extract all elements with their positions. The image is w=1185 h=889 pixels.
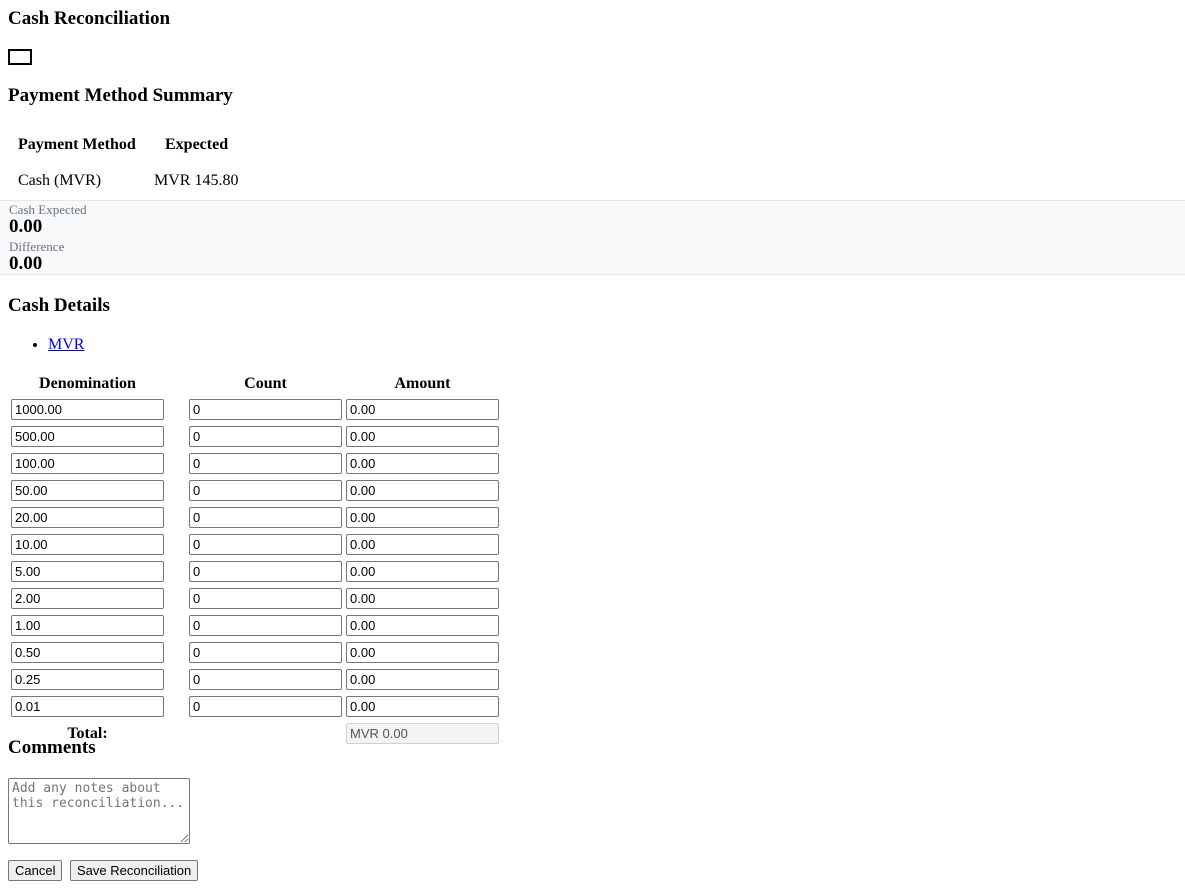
denomination-rows: [10, 397, 500, 719]
difference-label: Difference: [9, 239, 65, 254]
denomination-input[interactable]: [11, 642, 164, 663]
summary-heading: Payment Method Summary: [8, 85, 233, 106]
amount-input[interactable]: [346, 561, 499, 582]
denomination-input[interactable]: [11, 669, 164, 690]
amount-input[interactable]: [346, 642, 499, 663]
amount-input[interactable]: [346, 453, 499, 474]
denomination-input[interactable]: [11, 696, 164, 717]
cash-expected-value: 0.00: [9, 216, 43, 237]
amount-input[interactable]: [346, 696, 499, 717]
count-input[interactable]: [189, 696, 342, 717]
denomination-row: [10, 451, 500, 476]
summary-expected-cell: MVR 145.80: [154, 172, 239, 189]
count-input[interactable]: [189, 534, 342, 555]
count-input[interactable]: [189, 426, 342, 447]
amount-input[interactable]: [346, 669, 499, 690]
cash-expected-label: Cash Expected: [9, 202, 87, 217]
denomination-row: [10, 586, 500, 611]
denomination-input[interactable]: [11, 615, 164, 636]
denomination-input[interactable]: [11, 453, 164, 474]
comments-heading: Comments: [8, 737, 96, 758]
cancel-button[interactable]: Cancel: [8, 860, 63, 881]
summary-header-method: Payment Method: [18, 136, 136, 153]
denomination-input[interactable]: [11, 588, 164, 609]
count-input[interactable]: [189, 399, 342, 420]
comments-textarea[interactable]: [8, 778, 190, 844]
amount-input[interactable]: [346, 534, 499, 555]
denomination-input[interactable]: [11, 561, 164, 582]
currency-tabs: MVR: [8, 335, 84, 355]
denomination-row: [10, 694, 500, 719]
page-title: Cash Reconciliation: [8, 8, 171, 29]
amount-input[interactable]: [346, 507, 499, 528]
amount-input[interactable]: [346, 615, 499, 636]
count-input[interactable]: [189, 615, 342, 636]
difference-value: 0.00: [9, 253, 43, 274]
reconciliation-stats: Cash Expected 0.00 Difference 0.00: [0, 200, 1185, 275]
denomination-row: [10, 532, 500, 557]
save-reconciliation-button[interactable]: Save Reconciliation: [70, 860, 199, 881]
amount-input[interactable]: [346, 426, 499, 447]
denomination-row: [10, 559, 500, 584]
denomination-row: [10, 397, 500, 422]
denomination-input[interactable]: [11, 399, 164, 420]
count-input[interactable]: [189, 453, 342, 474]
summary-method-cell: Cash (MVR): [18, 172, 102, 189]
cash-details-heading: Cash Details: [8, 295, 110, 316]
count-input[interactable]: [189, 588, 342, 609]
header-count: Count: [244, 375, 287, 392]
denomination-row: [10, 640, 500, 665]
count-input[interactable]: [189, 642, 342, 663]
denomination-row: [10, 424, 500, 449]
count-input[interactable]: [189, 669, 342, 690]
header-amount: Amount: [394, 375, 451, 392]
denomination-input[interactable]: [11, 480, 164, 501]
denomination-row: [10, 478, 500, 503]
denomination-row: [10, 667, 500, 692]
amount-input[interactable]: [346, 399, 499, 420]
denomination-row: [10, 613, 500, 638]
denomination-input[interactable]: [11, 534, 164, 555]
empty-box[interactable]: [8, 49, 32, 65]
summary-header-expected: Expected: [165, 136, 229, 153]
amount-input[interactable]: [346, 588, 499, 609]
amount-input[interactable]: [346, 480, 499, 501]
total-amount-field: [346, 723, 499, 744]
count-input[interactable]: [189, 561, 342, 582]
tab-mvr-link[interactable]: MVR: [48, 336, 84, 353]
denomination-table: Denomination Count Amount Total:: [8, 371, 502, 748]
header-denomination: Denomination: [39, 375, 136, 392]
count-input[interactable]: [189, 507, 342, 528]
denomination-input[interactable]: [11, 426, 164, 447]
tab-mvr: MVR: [48, 335, 84, 355]
denomination-input[interactable]: [11, 507, 164, 528]
count-input[interactable]: [189, 480, 342, 501]
denomination-row: [10, 505, 500, 530]
